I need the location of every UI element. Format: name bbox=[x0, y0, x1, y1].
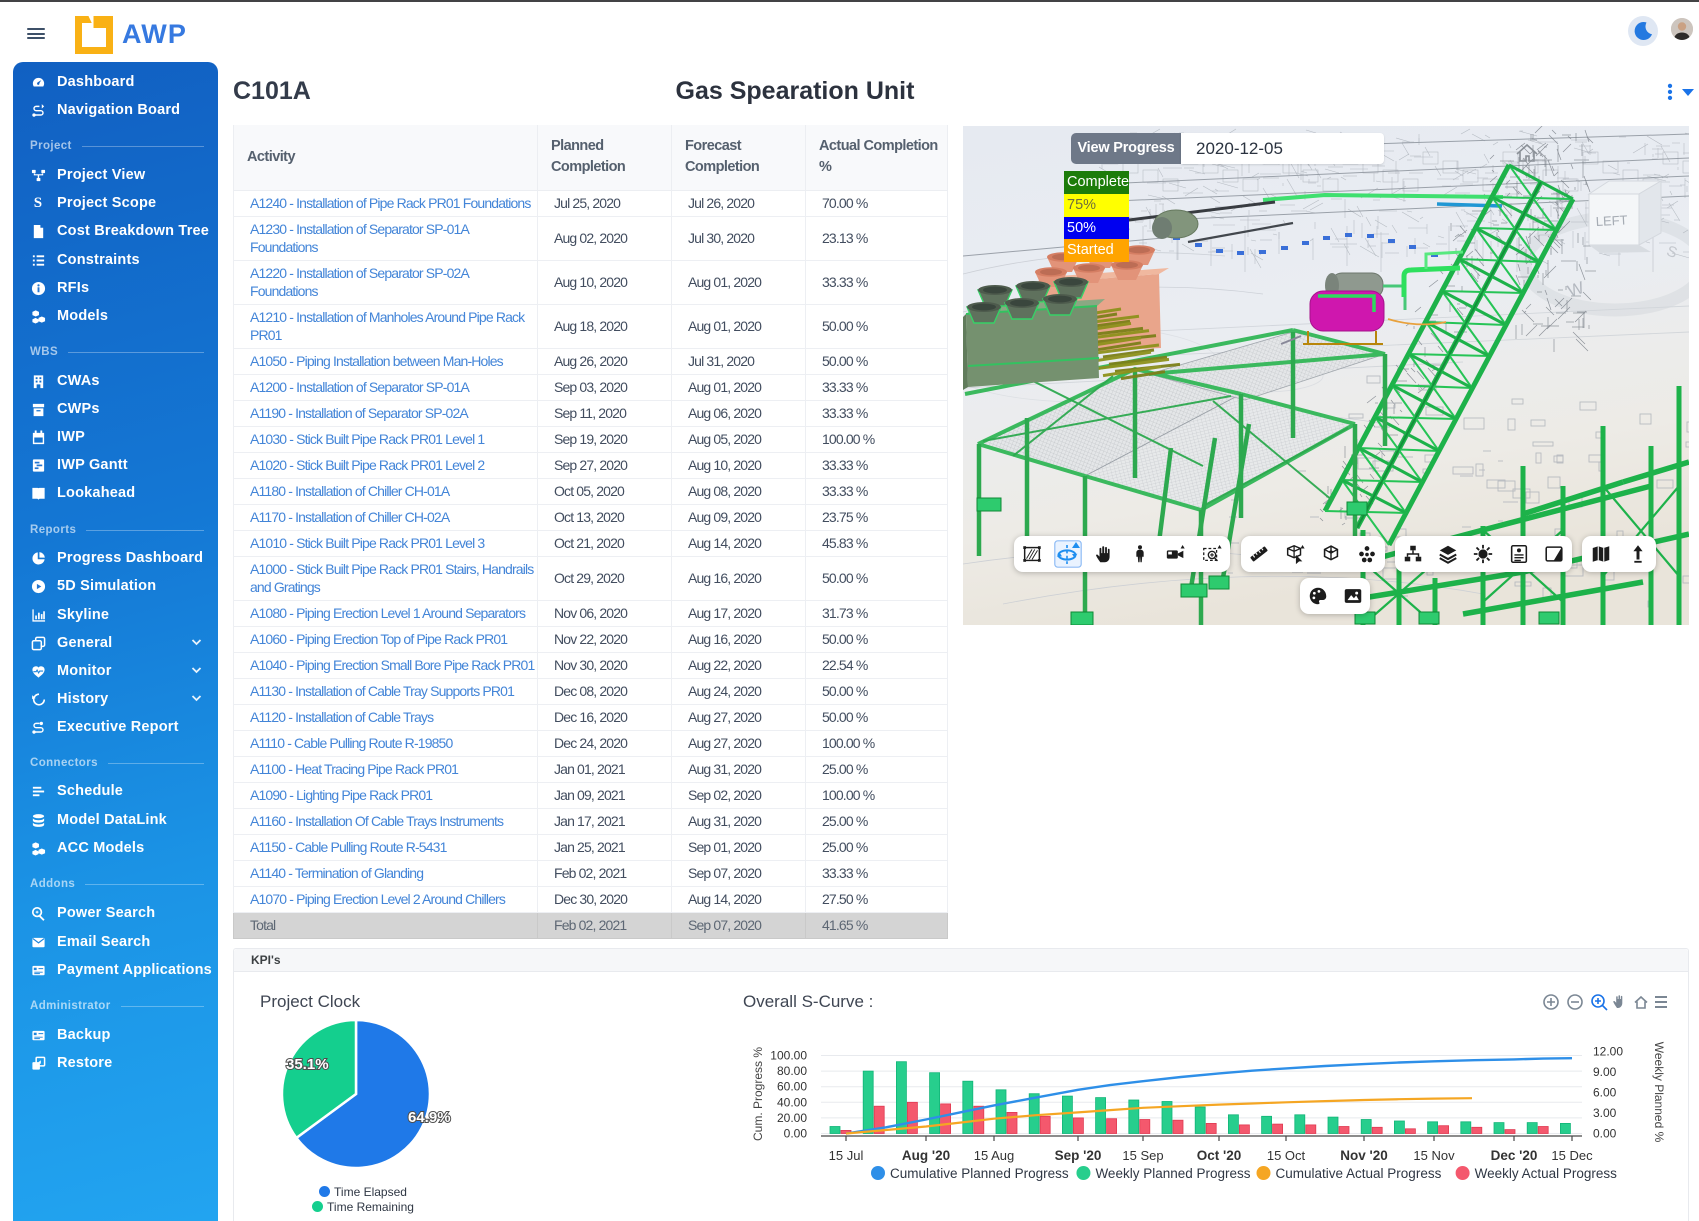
svg-text:Dec '20: Dec '20 bbox=[1491, 1148, 1538, 1163]
svg-text:0.00: 0.00 bbox=[1593, 1127, 1617, 1141]
svg-text:100.00: 100.00 bbox=[770, 1049, 807, 1063]
svg-text:Oct '20: Oct '20 bbox=[1197, 1148, 1241, 1163]
svg-text:Weekly Actual Progress: Weekly Actual Progress bbox=[1475, 1166, 1618, 1181]
svg-text:Cum. Progress %: Cum. Progress % bbox=[751, 1047, 765, 1141]
svg-text:60.00: 60.00 bbox=[777, 1080, 807, 1094]
svg-text:Nov '20: Nov '20 bbox=[1340, 1148, 1387, 1163]
svg-text:15 Oct: 15 Oct bbox=[1267, 1148, 1306, 1163]
svg-text:6.00: 6.00 bbox=[1593, 1085, 1617, 1099]
svg-text:Aug '20: Aug '20 bbox=[902, 1148, 950, 1163]
svg-text:80.00: 80.00 bbox=[777, 1064, 807, 1078]
svg-text:3.00: 3.00 bbox=[1593, 1106, 1617, 1120]
svg-text:Weekly Planned Progress: Weekly Planned Progress bbox=[1095, 1166, 1250, 1181]
svg-text:Weekly Planned %: Weekly Planned % bbox=[1652, 1042, 1666, 1143]
svg-text:Sep '20: Sep '20 bbox=[1055, 1148, 1102, 1163]
svg-text:40.00: 40.00 bbox=[777, 1095, 807, 1109]
svg-text:20.00: 20.00 bbox=[777, 1111, 807, 1125]
svg-text:15 Aug: 15 Aug bbox=[974, 1148, 1015, 1163]
svg-text:Cumulative Actual Progress: Cumulative Actual Progress bbox=[1276, 1166, 1442, 1181]
svg-text:9.00: 9.00 bbox=[1593, 1065, 1617, 1079]
svg-text:12.00: 12.00 bbox=[1593, 1044, 1623, 1058]
svg-text:15 Nov: 15 Nov bbox=[1413, 1148, 1455, 1163]
svg-text:0.00: 0.00 bbox=[784, 1127, 808, 1141]
svg-text:Cumulative Planned Progress: Cumulative Planned Progress bbox=[890, 1166, 1069, 1181]
svg-text:15 Sep: 15 Sep bbox=[1122, 1148, 1163, 1163]
svg-text:15 Jul: 15 Jul bbox=[829, 1148, 864, 1163]
svg-text:15 Dec: 15 Dec bbox=[1551, 1148, 1593, 1163]
